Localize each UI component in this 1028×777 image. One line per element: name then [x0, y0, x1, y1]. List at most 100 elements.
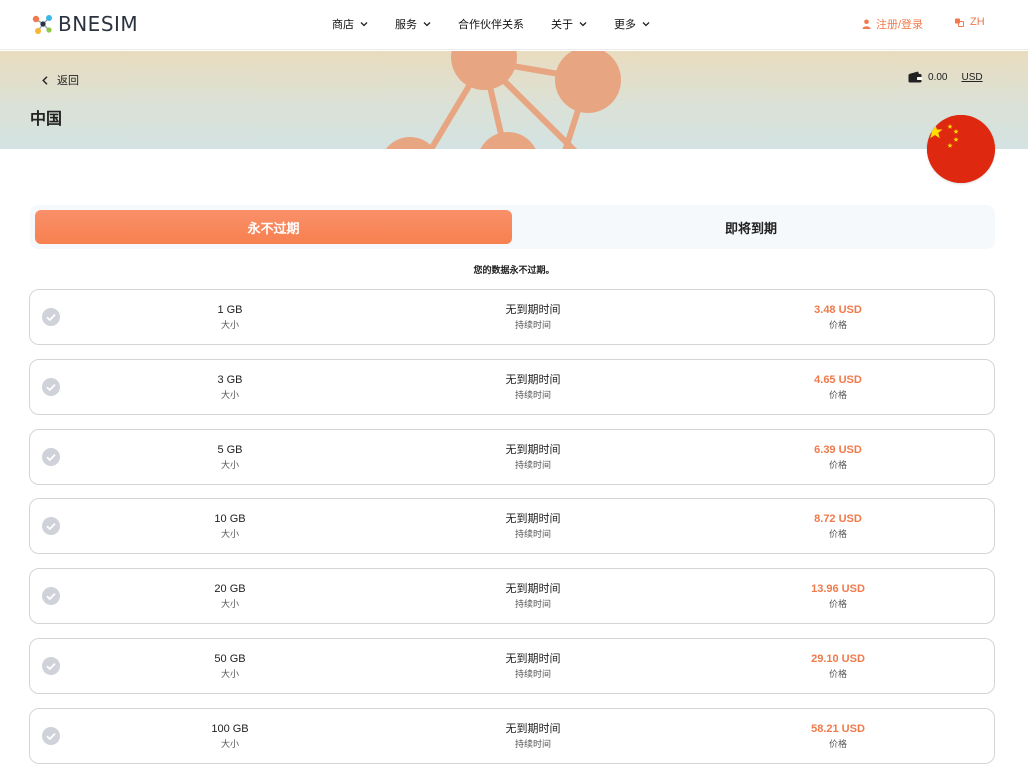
- plan-duration-value: 无到期时间: [505, 304, 561, 316]
- plan-card[interactable]: 5 GB 大小 无到期时间 持续时间 6.39 USD 价格: [29, 429, 995, 485]
- plan-card[interactable]: 1 GB 大小 无到期时间 持续时间 3.48 USD 价格: [29, 289, 995, 345]
- bnesim-logo[interactable]: BNESIM: [30, 11, 138, 37]
- checkmark-icon: [46, 383, 56, 392]
- language-icon: [955, 18, 964, 27]
- nav-item-shop[interactable]: 商店: [332, 16, 368, 32]
- plan-price-label: 价格: [828, 460, 847, 470]
- plan-price-value: 8.72 USD: [814, 513, 862, 525]
- currency-selector[interactable]: USD: [961, 72, 982, 83]
- plan-card[interactable]: 50 GB 大小 无到期时间 持续时间 29.10 USD 价格: [29, 638, 995, 694]
- plan-size-value: 1 GB: [217, 304, 243, 316]
- plan-price-value: 3.48 USD: [814, 304, 862, 316]
- nav-item-more[interactable]: 更多: [614, 16, 650, 32]
- plan-size-label: 大小: [220, 739, 239, 749]
- plan-price-value: 4.65 USD: [814, 374, 862, 386]
- nav-item-services[interactable]: 服务: [395, 16, 431, 32]
- plan-card[interactable]: 10 GB 大小 无到期时间 持续时间 8.72 USD 价格: [29, 498, 995, 554]
- back-button[interactable]: 返回: [42, 72, 79, 88]
- plan-size-value: 3 GB: [217, 374, 243, 386]
- plan-price-label: 价格: [828, 529, 847, 539]
- chevron-left-icon: [42, 75, 48, 85]
- plan-size: 50 GB 大小: [130, 652, 330, 681]
- checkmark-icon: [46, 662, 56, 671]
- check-circle-icon[interactable]: [42, 378, 60, 396]
- plan-duration: 无到期时间 持续时间: [433, 722, 633, 751]
- chevron-down-icon: [423, 22, 431, 27]
- user-icon: [862, 19, 871, 29]
- molecule-decoration: [386, 51, 621, 149]
- chevron-down-icon: [360, 22, 368, 27]
- check-circle-icon[interactable]: [42, 308, 60, 326]
- plan-duration-label: 持续时间: [514, 460, 551, 470]
- plan-duration: 无到期时间 持续时间: [433, 303, 633, 332]
- plan-size: 3 GB 大小: [130, 373, 330, 402]
- plan-size-value: 20 GB: [214, 583, 246, 595]
- check-circle-icon[interactable]: [42, 587, 60, 605]
- plan-price: 58.21 USD 价格: [738, 722, 938, 751]
- plan-card[interactable]: 100 GB 大小 无到期时间 持续时间 58.21 USD 价格: [29, 708, 995, 764]
- plan-card[interactable]: 3 GB 大小 无到期时间 持续时间 4.65 USD 价格: [29, 359, 995, 415]
- plan-price-value: 58.21 USD: [811, 723, 865, 735]
- plan-size-value: 10 GB: [214, 513, 246, 525]
- language-selector[interactable]: ZH: [955, 16, 985, 28]
- plan-size-label: 大小: [220, 669, 239, 679]
- login-register-link[interactable]: 注册/登录: [862, 16, 923, 32]
- plan-duration: 无到期时间 持续时间: [433, 443, 633, 472]
- check-circle-icon[interactable]: [42, 448, 60, 466]
- nav-item-label: 更多: [614, 19, 636, 31]
- plan-size: 10 GB 大小: [130, 512, 330, 541]
- plan-duration-label: 持续时间: [514, 669, 551, 679]
- country-banner: 返回 中国 0.00 USD: [0, 51, 1028, 149]
- plan-duration-label: 持续时间: [514, 739, 551, 749]
- nav-item-label: 合作伙伴关系: [458, 19, 524, 31]
- page-title: 中国: [30, 111, 63, 128]
- plan-price: 6.39 USD 价格: [738, 443, 938, 472]
- plan-size-label: 大小: [220, 460, 239, 470]
- wallet-amount: 0.00: [928, 71, 948, 83]
- plan-size-label: 大小: [220, 390, 239, 400]
- validity-tabs: 永不过期 即将到期: [30, 205, 995, 249]
- tab-never-expire[interactable]: 永不过期: [35, 210, 512, 244]
- plan-size-label: 大小: [220, 529, 239, 539]
- plan-price: 13.96 USD 价格: [738, 582, 938, 611]
- language-label: ZH: [970, 16, 985, 28]
- nav-item-label: 服务: [395, 19, 417, 31]
- checkmark-icon: [46, 453, 56, 462]
- plan-duration: 无到期时间 持续时间: [433, 582, 633, 611]
- plan-duration-label: 持续时间: [514, 599, 551, 609]
- logo-text: BNESIM: [58, 12, 139, 36]
- plan-size: 1 GB 大小: [130, 303, 330, 332]
- check-circle-icon[interactable]: [42, 657, 60, 675]
- check-circle-icon[interactable]: [42, 517, 60, 535]
- tab-expiring[interactable]: 即将到期: [512, 210, 990, 244]
- check-circle-icon[interactable]: [42, 727, 60, 745]
- nav-item-label: 关于: [551, 19, 573, 31]
- back-label: 返回: [57, 75, 79, 87]
- validity-notice: 您的数据永不过期。: [473, 265, 555, 275]
- nav-item-partnership[interactable]: 合作伙伴关系: [458, 16, 524, 32]
- plan-duration-value: 无到期时间: [505, 513, 561, 525]
- plan-price: 3.48 USD 价格: [738, 303, 938, 332]
- checkmark-icon: [46, 313, 56, 322]
- wallet-icon: [908, 71, 922, 83]
- nav-item-about[interactable]: 关于: [551, 16, 587, 32]
- checkmark-icon: [46, 522, 56, 531]
- china-flag: [927, 115, 995, 183]
- plan-price-label: 价格: [828, 390, 847, 400]
- plan-duration: 无到期时间 持续时间: [433, 652, 633, 681]
- plan-size-value: 5 GB: [217, 444, 243, 456]
- plan-price-value: 13.96 USD: [811, 583, 865, 595]
- plan-duration-label: 持续时间: [514, 390, 551, 400]
- plan-card[interactable]: 20 GB 大小 无到期时间 持续时间 13.96 USD 价格: [29, 568, 995, 624]
- plan-price: 8.72 USD 价格: [738, 512, 938, 541]
- plan-size: 20 GB 大小: [130, 582, 330, 611]
- plan-duration: 无到期时间 持续时间: [433, 512, 633, 541]
- plan-duration-value: 无到期时间: [505, 444, 561, 456]
- plan-duration-value: 无到期时间: [505, 583, 561, 595]
- plan-price-label: 价格: [828, 739, 847, 749]
- plan-price-value: 6.39 USD: [814, 444, 862, 456]
- plan-duration-value: 无到期时间: [505, 723, 561, 735]
- main-nav: 商店 服务 合作伙伴关系 关于 更多: [332, 16, 677, 32]
- nav-item-label: 商店: [332, 19, 354, 31]
- plan-size-label: 大小: [220, 599, 239, 609]
